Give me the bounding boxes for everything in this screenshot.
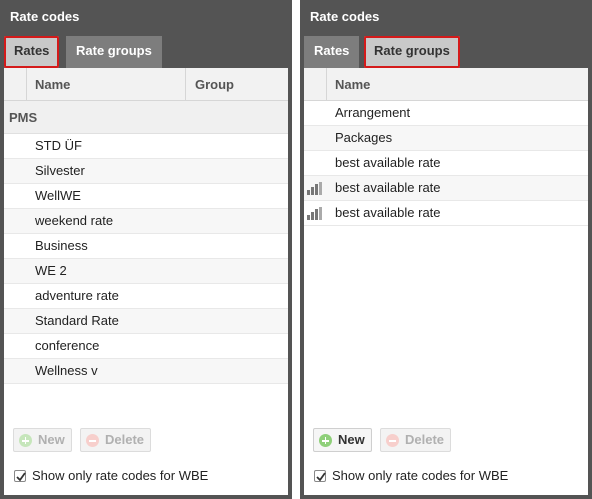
tab-bar: Rates Rate groups (304, 34, 588, 68)
list-item[interactable]: conference (4, 334, 288, 359)
checkbox-label: Show only rate codes for WBE (32, 468, 209, 483)
rate-group-name: best available rate (335, 205, 441, 220)
rate-name: weekend rate (35, 213, 114, 228)
bar-chart-icon (307, 182, 322, 195)
add-icon (19, 434, 32, 447)
column-separator (326, 68, 327, 101)
list-item[interactable]: WellWE (4, 184, 288, 209)
list-item[interactable]: Packages (304, 126, 588, 151)
checkmark-icon (316, 472, 326, 482)
panel-title: Rate codes (10, 9, 80, 24)
tab-rate-groups[interactable]: Rate groups (66, 36, 162, 68)
remove-icon (86, 434, 99, 447)
rate-codes-panel-left: Rate codes Rates Rate groups Name Group … (0, 0, 292, 499)
rates-list: STD ÜF Silvester WellWE weekend rate Bus… (4, 134, 288, 384)
rate-name: WellWE (35, 188, 81, 203)
rate-name: conference (35, 338, 100, 353)
list-item[interactable]: best available rate (304, 151, 588, 176)
rate-group-name: Packages (335, 130, 393, 145)
checkbox-label: Show only rate codes for WBE (332, 468, 509, 483)
add-icon (319, 434, 332, 447)
rate-codes-panel-right: Rate codes Rates Rate groups Name Arrang… (300, 0, 592, 499)
new-button-label: New (38, 432, 65, 447)
column-separator (185, 68, 186, 101)
list-item[interactable]: Business (4, 234, 288, 259)
rate-name: adventure rate (35, 288, 119, 303)
delete-button-label: Delete (105, 432, 145, 447)
tab-rates[interactable]: Rates (4, 36, 60, 68)
rate-name: Silvester (35, 163, 85, 178)
new-button[interactable]: New (313, 428, 372, 452)
tab-bar: Rates Rate groups (4, 34, 288, 68)
rate-group-name: best available rate (335, 180, 441, 195)
checkbox-box[interactable] (314, 470, 326, 482)
rates-grid: Name Group PMS STD ÜF Silvester WellWE w… (4, 68, 288, 495)
delete-button[interactable]: Delete (80, 428, 152, 452)
list-item[interactable]: best available rate (304, 201, 588, 226)
list-item[interactable]: Arrangement (304, 101, 588, 126)
bar-chart-icon (307, 207, 322, 220)
tab-rate-groups[interactable]: Rate groups (364, 36, 460, 68)
list-item[interactable]: adventure rate (4, 284, 288, 309)
grid-header: Name (304, 68, 588, 101)
list-item[interactable]: weekend rate (4, 209, 288, 234)
rate-name: STD ÜF (35, 138, 82, 153)
list-item[interactable]: Silvester (4, 159, 288, 184)
rate-group-name: best available rate (335, 155, 441, 170)
list-item[interactable]: WE 2 (4, 259, 288, 284)
list-item[interactable]: STD ÜF (4, 134, 288, 159)
rate-name: Standard Rate (35, 313, 119, 328)
delete-button[interactable]: Delete (380, 428, 452, 452)
grid-header: Name Group (4, 68, 288, 101)
list-item[interactable]: best available rate (304, 176, 588, 201)
column-separator (26, 68, 27, 101)
checkbox-box[interactable] (14, 470, 26, 482)
rate-groups-list: Arrangement Packages best available rate… (304, 101, 588, 226)
grid-toolbar: New Delete (304, 428, 588, 454)
list-item[interactable]: Wellness v (4, 359, 288, 384)
rate-name: WE 2 (35, 263, 67, 278)
column-header-name[interactable]: Name (335, 68, 370, 101)
wbe-filter-checkbox[interactable]: Show only rate codes for WBE (314, 467, 508, 485)
rate-groups-grid: Name Arrangement Packages best available… (304, 68, 588, 495)
checkmark-icon (16, 472, 26, 482)
tab-rates[interactable]: Rates (304, 36, 360, 68)
group-row-pms[interactable]: PMS (4, 101, 288, 134)
remove-icon (386, 434, 399, 447)
grid-toolbar: New Delete (4, 428, 288, 454)
new-button-label: New (338, 432, 365, 447)
column-header-name[interactable]: Name (35, 68, 70, 101)
rate-name: Business (35, 238, 88, 253)
column-header-group[interactable]: Group (195, 68, 234, 101)
delete-button-label: Delete (405, 432, 445, 447)
wbe-filter-checkbox[interactable]: Show only rate codes for WBE (14, 467, 208, 485)
list-item[interactable]: Standard Rate (4, 309, 288, 334)
new-button[interactable]: New (13, 428, 72, 452)
rate-group-name: Arrangement (335, 105, 411, 120)
rate-name: Wellness v (35, 363, 98, 378)
panel-title: Rate codes (310, 9, 380, 24)
